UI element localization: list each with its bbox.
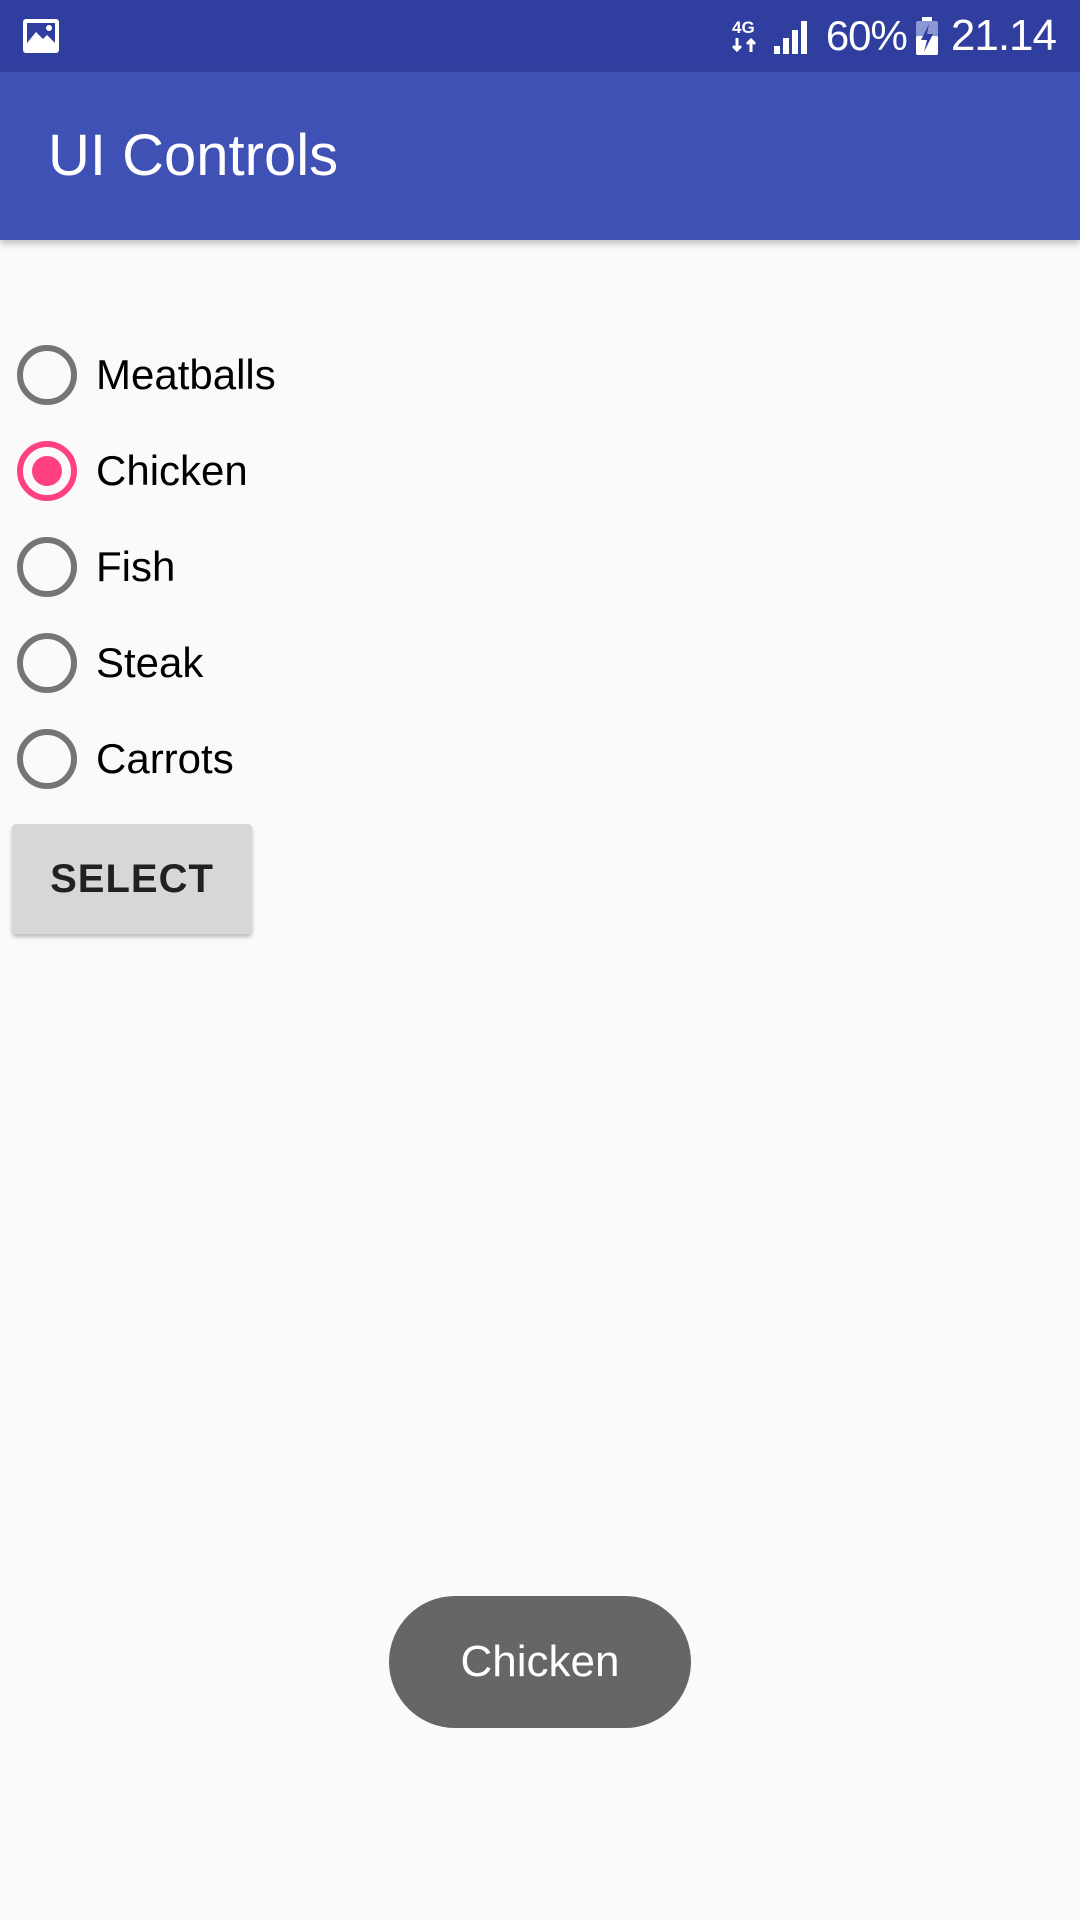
radio-label: Fish xyxy=(96,543,176,590)
radio-label: Meatballs xyxy=(96,351,276,398)
status-icons: 4G 60% 21.14 xyxy=(728,0,1057,72)
toast-text: Chicken xyxy=(460,1637,620,1686)
svg-text:4G: 4G xyxy=(732,18,755,37)
status-bar: 4G 60% 21.14 xyxy=(0,0,1080,72)
radio-label: Carrots xyxy=(96,735,234,782)
radio-label: Chicken xyxy=(96,447,248,494)
select-button[interactable]: SELECT xyxy=(12,824,252,934)
radio-option-chicken[interactable]: Chicken xyxy=(0,423,1080,519)
radio-option-steak[interactable]: Steak xyxy=(0,615,1080,711)
radio-button-unchecked-icon[interactable] xyxy=(17,729,77,789)
status-time: 21.14 xyxy=(950,11,1057,60)
radio-label: Steak xyxy=(96,639,204,686)
app-bar: UI Controls xyxy=(0,72,1080,240)
signal-strength-icon xyxy=(772,16,814,56)
image-icon xyxy=(22,18,60,54)
radio-option-fish[interactable]: Fish xyxy=(0,519,1080,615)
radio-option-meatballs[interactable]: Meatballs xyxy=(0,327,1080,423)
battery-charging-icon xyxy=(915,16,939,56)
network-4g-icon: 4G xyxy=(728,16,762,56)
radio-option-carrots[interactable]: Carrots xyxy=(0,711,1080,807)
radio-button-unchecked-icon[interactable] xyxy=(17,537,77,597)
app-title: UI Controls xyxy=(48,123,339,188)
radio-dot xyxy=(32,456,62,486)
battery-percent: 60% xyxy=(825,12,908,59)
toast-message: Chicken xyxy=(389,1596,691,1728)
radio-button-checked-icon[interactable] xyxy=(17,441,77,501)
radio-button-unchecked-icon[interactable] xyxy=(17,633,77,693)
app-screen: 4G 60% 21.14 UI Controls Meatballs Chick… xyxy=(0,0,1080,1920)
food-radio-group: Meatballs Chicken Fish Steak Carrots xyxy=(0,327,1080,807)
radio-button-unchecked-icon[interactable] xyxy=(17,345,77,405)
